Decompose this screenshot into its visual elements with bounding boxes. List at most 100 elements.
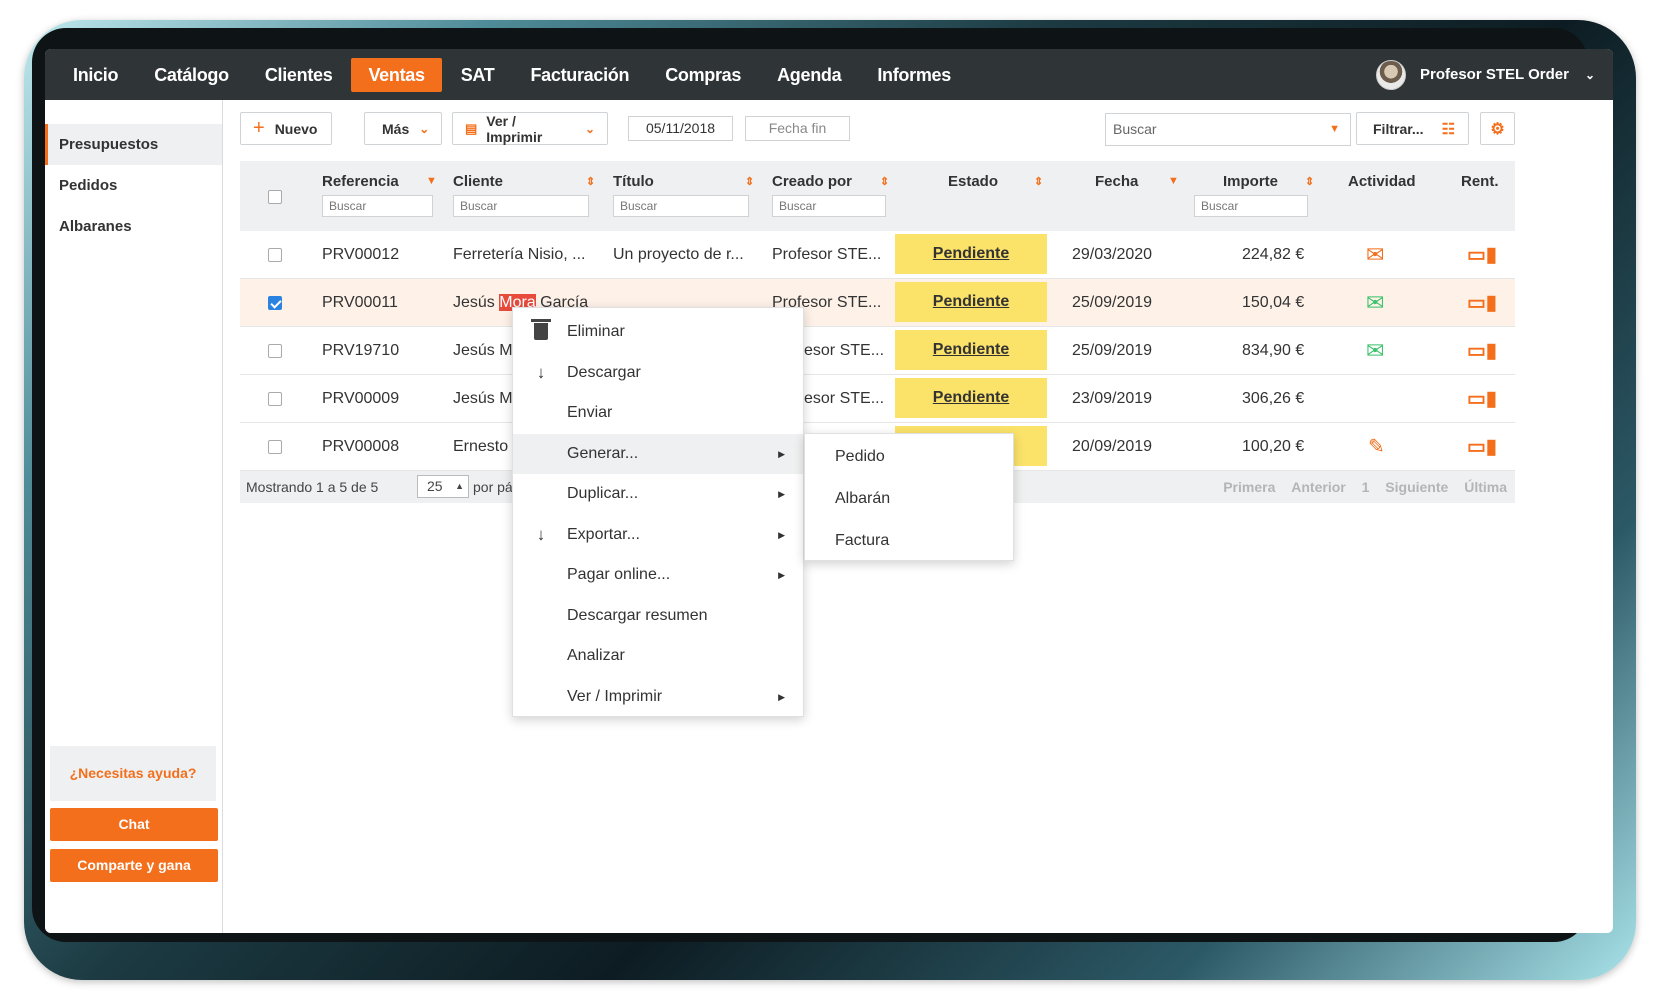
sidebar-item-presupuestos[interactable]: Presupuestos — [45, 124, 222, 165]
table-row[interactable]: PRV00011 Jesús Mora García Profesor STE.… — [240, 279, 1515, 327]
bar-chart-icon[interactable]: ▭▮ — [1467, 231, 1497, 279]
cell-date: 23/09/2019 — [1072, 390, 1153, 407]
menu-item-pagar-online[interactable]: Pagar online... ▶ — [513, 555, 803, 596]
share-button[interactable]: Comparte y gana — [50, 849, 218, 882]
user-name: Profesor STEL Order — [1420, 66, 1569, 83]
clear-filter-icon: ☷ — [1441, 120, 1456, 138]
col-estado[interactable]: Estado ⇕ — [948, 173, 1043, 190]
row-checkbox[interactable] — [268, 440, 282, 454]
menu-item-duplicar[interactable]: Duplicar... ▶ — [513, 474, 803, 515]
cell-amount: 100,20 € — [1242, 438, 1305, 455]
context-menu: Eliminar ↓ Descargar Enviar Generar... ▶ D… — [512, 307, 804, 717]
cell-date: 25/09/2019 — [1072, 294, 1153, 311]
bar-chart-icon[interactable]: ▭▮ — [1467, 279, 1497, 327]
mail-open-icon[interactable]: ✉ — [1366, 327, 1384, 375]
filter-titulo-input[interactable]: Buscar — [613, 195, 749, 217]
generate-submenu: Pedido Albarán Factura — [804, 433, 1014, 561]
submenu-item-pedido[interactable]: Pedido — [805, 436, 1013, 478]
nav-inicio[interactable]: Inicio — [56, 58, 135, 92]
table-row[interactable]: PRV19710 Jesús M esor STE... Pendiente 2… — [240, 327, 1515, 375]
col-fecha[interactable]: Fecha ▼ — [1095, 173, 1179, 190]
status-badge[interactable]: Pendiente — [895, 330, 1047, 370]
nav-clientes[interactable]: Clientes — [248, 58, 350, 92]
sidebar-item-pedidos[interactable]: Pedidos — [45, 165, 222, 206]
filter-importe-input[interactable]: Buscar — [1194, 195, 1308, 217]
menu-item-generar[interactable]: Generar... ▶ — [513, 433, 803, 474]
cell-created-by: Profesor STE... — [772, 246, 882, 263]
col-titulo[interactable]: Título ⇕ — [613, 173, 754, 190]
table-header: Referencia ▼ Buscar Cliente ⇕ Buscar Títul… — [240, 161, 1515, 231]
sidebar-item-albaranes[interactable]: Albaranes — [45, 206, 222, 247]
select-all-checkbox[interactable] — [268, 190, 282, 204]
nav-informes[interactable]: Informes — [860, 58, 968, 92]
download-icon: ↓ — [536, 524, 546, 544]
caret-down-icon: ▼ — [1329, 123, 1340, 135]
pager-last[interactable]: Última — [1464, 479, 1507, 495]
cell-created-by: esor STE... — [804, 390, 885, 407]
per-page-select[interactable]: 25 ▲ — [417, 475, 469, 498]
col-creado-por[interactable]: Creado por ⇕ — [772, 173, 889, 190]
nav-sat[interactable]: SAT — [444, 58, 512, 92]
nav-catalogo[interactable]: Catálogo — [137, 58, 246, 92]
mail-icon[interactable]: ✉ — [1366, 231, 1384, 279]
row-checkbox[interactable] — [268, 296, 282, 310]
document-icon: ▤ — [465, 120, 478, 136]
col-importe[interactable]: Importe ⇕ — [1223, 173, 1314, 190]
cell-created-by: esor STE... — [804, 342, 885, 359]
nav-facturacion[interactable]: Facturación — [513, 58, 646, 92]
menu-item-ver-imprimir[interactable]: Ver / Imprimir ▶ — [513, 677, 803, 718]
bar-chart-icon[interactable]: ▭▮ — [1467, 423, 1497, 471]
table-row[interactable]: PRV00009 Jesús M esor STE... Pendiente 2… — [240, 375, 1515, 423]
pager-first[interactable]: Primera — [1223, 479, 1275, 495]
col-actividad: Actividad — [1348, 173, 1416, 190]
sort-icon: ⇕ — [745, 176, 755, 188]
menu-item-descargar-resumen[interactable]: Descargar resumen — [513, 596, 803, 637]
new-button[interactable]: + Nuevo — [240, 112, 332, 145]
row-checkbox[interactable] — [268, 392, 282, 406]
sign-icon[interactable]: ✎ — [1368, 423, 1385, 471]
chat-button[interactable]: Chat — [50, 808, 218, 841]
plus-icon: + — [253, 117, 265, 139]
date-start-input[interactable]: 05/11/2018 — [628, 116, 733, 141]
submenu-item-factura[interactable]: Factura — [805, 520, 1013, 562]
nav-compras[interactable]: Compras — [648, 58, 758, 92]
filter-button[interactable]: Filtrar... ☷ — [1356, 112, 1469, 145]
col-cliente[interactable]: Cliente ⇕ — [453, 173, 595, 190]
menu-item-eliminar[interactable]: Eliminar — [513, 312, 803, 353]
status-badge[interactable]: Pendiente — [895, 234, 1047, 274]
help-link[interactable]: ¿Necesitas ayuda? — [50, 746, 216, 801]
pager-page[interactable]: 1 — [1362, 479, 1370, 495]
row-checkbox[interactable] — [268, 344, 282, 358]
filter-creado-por-input[interactable]: Buscar — [772, 195, 886, 217]
cell-client: Ernesto — [453, 438, 509, 455]
search-select[interactable]: Buscar ▼ — [1105, 113, 1351, 146]
menu-item-descargar[interactable]: ↓ Descargar — [513, 353, 803, 394]
menu-item-exportar[interactable]: ↓ Exportar... ▶ — [513, 515, 803, 556]
more-button[interactable]: Más ⌄ — [364, 112, 442, 145]
col-referencia[interactable]: Referencia ▼ — [322, 173, 437, 190]
chevron-right-icon: ▶ — [778, 529, 785, 540]
filter-referencia-input[interactable]: Buscar — [322, 195, 433, 217]
menu-item-analizar[interactable]: Analizar — [513, 636, 803, 677]
col-rent: Rent. — [1461, 173, 1499, 190]
status-badge[interactable]: Pendiente — [895, 282, 1047, 322]
bar-chart-icon[interactable]: ▭▮ — [1467, 327, 1497, 375]
gear-icon[interactable]: ⚙ — [1480, 112, 1515, 145]
filter-cliente-input[interactable]: Buscar — [453, 195, 589, 217]
nav-ventas[interactable]: Ventas — [351, 57, 442, 92]
view-print-button[interactable]: ▤ Ver / Imprimir ⌄ — [452, 112, 608, 145]
menu-item-enviar[interactable]: Enviar — [513, 393, 803, 434]
user-menu[interactable]: Profesor STEL Order ⌄ — [1376, 49, 1595, 100]
mail-open-icon[interactable]: ✉ — [1366, 279, 1384, 327]
bar-chart-icon[interactable]: ▭▮ — [1467, 375, 1497, 423]
submenu-item-albaran[interactable]: Albarán — [805, 478, 1013, 520]
date-end-input[interactable]: Fecha fin — [745, 116, 850, 141]
row-checkbox[interactable] — [268, 248, 282, 262]
nav-agenda[interactable]: Agenda — [760, 58, 858, 92]
status-badge[interactable]: Pendiente — [895, 378, 1047, 418]
table-row[interactable]: PRV00012 Ferretería Nisio, ... Un proyec… — [240, 231, 1515, 279]
pager-prev[interactable]: Anterior — [1291, 479, 1345, 495]
trash-icon — [531, 312, 551, 353]
pager-next[interactable]: Siguiente — [1385, 479, 1448, 495]
more-button-label: Más — [382, 120, 410, 137]
